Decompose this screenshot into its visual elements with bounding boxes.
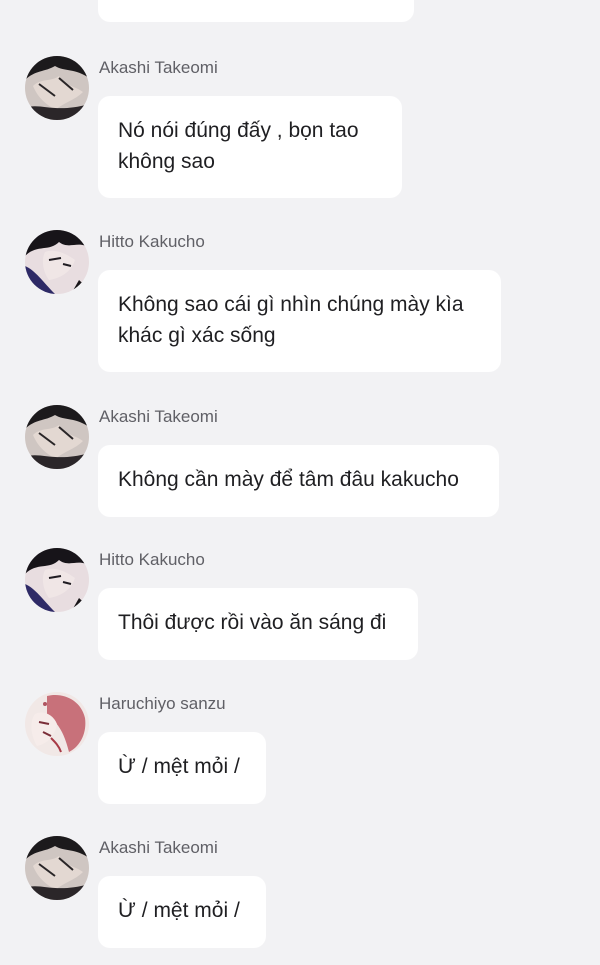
akashi-avatar-icon — [25, 836, 89, 900]
sender-name: Haruchiyo sanzu — [99, 694, 226, 713]
message-line: Không sao cái gì nhìn chúng mày kìa — [118, 293, 464, 316]
message-line: Ừ / mệt mỏi / — [118, 755, 240, 778]
sanzu-avatar-icon — [25, 692, 89, 756]
avatar-akashi-takeomi[interactable] — [25, 836, 89, 900]
message-line: Ừ / mệt mỏi / — [118, 899, 240, 922]
message-line: không sao — [118, 150, 215, 173]
previous-message-bubble[interactable] — [98, 0, 414, 22]
message-line: khác gì xác sống — [118, 324, 276, 347]
avatar-akashi-takeomi[interactable] — [25, 56, 89, 120]
message-bubble[interactable]: Nó nói đúng đấy , bọn tao không sao — [98, 96, 402, 198]
message-bubble[interactable]: Không cần mày để tâm đâu kakucho — [98, 445, 499, 517]
sender-name: Akashi Takeomi — [99, 407, 218, 426]
message-line: Không cần mày để tâm đâu kakucho — [118, 468, 459, 491]
avatar-hitto-kakucho[interactable] — [25, 230, 89, 294]
message-bubble[interactable]: Thôi được rồi vào ăn sáng đi — [98, 588, 418, 660]
avatar-hitto-kakucho[interactable] — [25, 548, 89, 612]
akashi-avatar-icon — [25, 405, 89, 469]
kakucho-avatar-icon — [25, 230, 89, 294]
sender-name: Akashi Takeomi — [99, 838, 218, 857]
avatar-akashi-takeomi[interactable] — [25, 405, 89, 469]
message-bubble[interactable]: Ừ / mệt mỏi / — [98, 732, 266, 804]
avatar-haruchiyo-sanzu[interactable] — [25, 692, 89, 756]
message-bubble[interactable]: Ừ / mệt mỏi / — [98, 876, 266, 948]
kakucho-avatar-icon — [25, 548, 89, 612]
chat-thread: Akashi Takeomi Nó nói đúng đấy , bọn tao… — [0, 0, 600, 965]
akashi-avatar-icon — [25, 56, 89, 120]
message-line: Nó nói đúng đấy , bọn tao — [118, 119, 359, 142]
sender-name: Akashi Takeomi — [99, 58, 218, 77]
message-line: Thôi được rồi vào ăn sáng đi — [118, 611, 387, 634]
sender-name: Hitto Kakucho — [99, 550, 205, 569]
message-bubble[interactable]: Không sao cái gì nhìn chúng mày kìa khác… — [98, 270, 501, 372]
sender-name: Hitto Kakucho — [99, 232, 205, 251]
